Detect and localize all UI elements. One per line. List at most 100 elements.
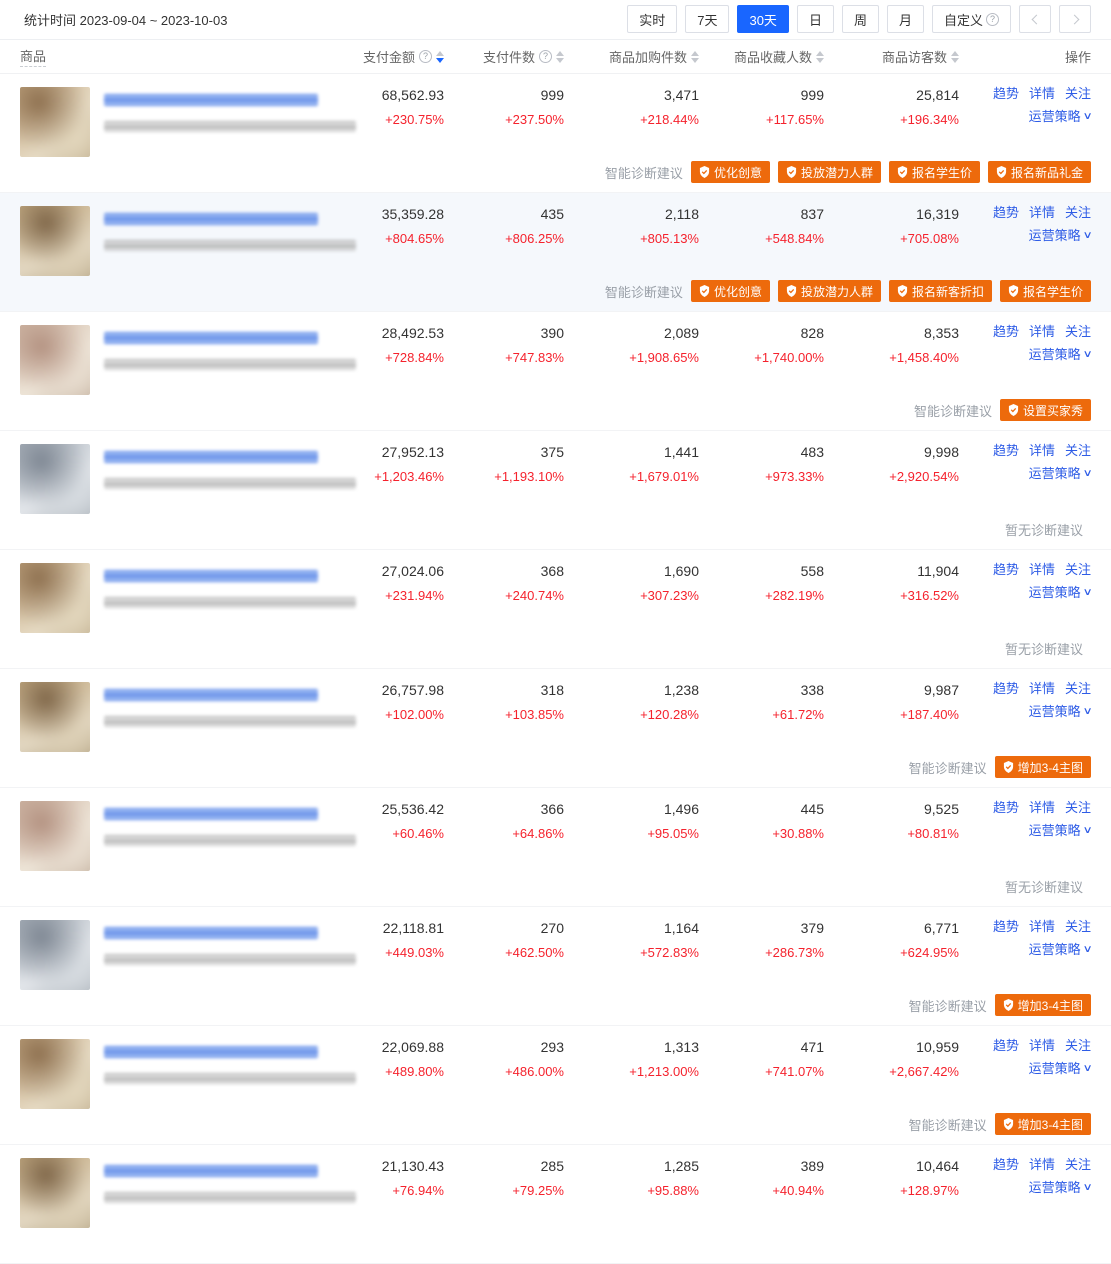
product-text	[104, 920, 356, 990]
product-thumbnail[interactable]	[20, 206, 90, 276]
strategy-dropdown[interactable]: 运营策略 ∨	[959, 1062, 1091, 1075]
pay-count-value: 366	[444, 801, 564, 817]
detail-link[interactable]: 详情	[1029, 563, 1055, 576]
suggestion-badge[interactable]: 优化创意	[691, 280, 770, 302]
next-period-button[interactable]	[1059, 5, 1091, 33]
product-thumbnail[interactable]	[20, 682, 90, 752]
strategy-dropdown[interactable]: 运营策略 ∨	[959, 824, 1091, 837]
suggestion-badge[interactable]: 报名学生价	[889, 161, 980, 183]
product-thumbnail[interactable]	[20, 87, 90, 157]
detail-link[interactable]: 详情	[1029, 444, 1055, 457]
follow-link[interactable]: 关注	[1065, 444, 1091, 457]
follow-link[interactable]: 关注	[1065, 206, 1091, 219]
strategy-dropdown[interactable]: 运营策略 ∨	[959, 586, 1091, 599]
range-button-month[interactable]: 月	[887, 5, 924, 33]
suggestion-badge[interactable]: 报名学生价	[1000, 280, 1091, 302]
follow-link[interactable]: 关注	[1065, 920, 1091, 933]
suggestion-badge[interactable]: 投放潜力人群	[778, 280, 881, 302]
follow-link[interactable]: 关注	[1065, 1039, 1091, 1052]
suggestion-badge[interactable]: 增加3-4主图	[995, 1113, 1091, 1135]
column-header-cart-count[interactable]: 商品加购件数	[564, 47, 699, 66]
favorite-count-cell: 558 +282.19%	[699, 563, 824, 603]
detail-link[interactable]: 详情	[1029, 801, 1055, 814]
range-button-realtime[interactable]: 实时	[627, 5, 677, 33]
suggestion-badge[interactable]: 报名新品礼金	[988, 161, 1091, 183]
detail-link[interactable]: 详情	[1029, 1039, 1055, 1052]
follow-link[interactable]: 关注	[1065, 1158, 1091, 1171]
product-thumbnail[interactable]	[20, 325, 90, 395]
product-thumbnail[interactable]	[20, 801, 90, 871]
product-thumbnail[interactable]	[20, 1158, 90, 1228]
product-thumbnail[interactable]	[20, 1039, 90, 1109]
follow-link[interactable]: 关注	[1065, 563, 1091, 576]
follow-link[interactable]: 关注	[1065, 682, 1091, 695]
column-header-pay-amount[interactable]: 支付金额	[344, 47, 444, 66]
strategy-dropdown[interactable]: 运营策略 ∨	[959, 348, 1091, 361]
suggestion-row: 智能诊断建议 设置买家秀	[20, 399, 1091, 421]
visitor-count-value: 9,525	[824, 801, 959, 817]
trend-link[interactable]: 趋势	[993, 682, 1019, 695]
product-thumbnail[interactable]	[20, 444, 90, 514]
range-button-custom[interactable]: 自定义	[932, 5, 1011, 33]
trend-link[interactable]: 趋势	[993, 920, 1019, 933]
suggestion-badge[interactable]: 报名新客折扣	[889, 280, 992, 302]
product-thumbnail[interactable]	[20, 920, 90, 990]
product-title-link[interactable]	[104, 927, 318, 939]
product-title-link[interactable]	[104, 570, 318, 582]
product-title-link[interactable]	[104, 808, 318, 820]
strategy-dropdown[interactable]: 运营策略 ∨	[959, 943, 1091, 956]
product-cell	[20, 920, 344, 990]
column-header-favorite-count[interactable]: 商品收藏人数	[699, 47, 824, 66]
product-title-link[interactable]	[104, 213, 318, 225]
detail-link[interactable]: 详情	[1029, 1158, 1055, 1171]
range-button-30d[interactable]: 30天	[737, 5, 788, 33]
help-icon	[419, 50, 432, 63]
detail-link[interactable]: 详情	[1029, 920, 1055, 933]
strategy-dropdown[interactable]: 运营策略 ∨	[959, 705, 1091, 718]
suggestion-badge[interactable]: 投放潜力人群	[778, 161, 881, 183]
detail-link[interactable]: 详情	[1029, 206, 1055, 219]
range-button-week[interactable]: 周	[842, 5, 879, 33]
trend-link[interactable]: 趋势	[993, 325, 1019, 338]
product-title-link[interactable]	[104, 1165, 318, 1177]
column-header-visitor-count[interactable]: 商品访客数	[824, 47, 959, 66]
range-button-day[interactable]: 日	[797, 5, 834, 33]
suggestion-badge[interactable]: 增加3-4主图	[995, 756, 1091, 778]
product-title-link[interactable]	[104, 1046, 318, 1058]
suggestion-badge[interactable]: 设置买家秀	[1000, 399, 1091, 421]
cart-count-value: 1,441	[564, 444, 699, 460]
follow-link[interactable]: 关注	[1065, 325, 1091, 338]
product-title-link[interactable]	[104, 689, 318, 701]
trend-link[interactable]: 趋势	[993, 563, 1019, 576]
follow-link[interactable]: 关注	[1065, 801, 1091, 814]
range-button-7d[interactable]: 7天	[685, 5, 729, 33]
detail-link[interactable]: 详情	[1029, 682, 1055, 695]
product-title-link[interactable]	[104, 451, 318, 463]
pay-amount-value: 68,562.93	[344, 87, 444, 103]
trend-link[interactable]: 趋势	[993, 1158, 1019, 1171]
suggestion-badge[interactable]: 增加3-4主图	[995, 994, 1091, 1016]
column-header-pay-count[interactable]: 支付件数	[444, 47, 564, 66]
product-title-link[interactable]	[104, 332, 318, 344]
strategy-dropdown[interactable]: 运营策略 ∨	[959, 229, 1091, 242]
trend-link[interactable]: 趋势	[993, 87, 1019, 100]
detail-link[interactable]: 详情	[1029, 87, 1055, 100]
product-title-link[interactable]	[104, 94, 318, 106]
pay-amount-delta: +76.94%	[344, 1183, 444, 1198]
strategy-dropdown[interactable]: 运营策略 ∨	[959, 110, 1091, 123]
chevron-down-icon: ∨	[1082, 350, 1092, 360]
product-thumbnail[interactable]	[20, 563, 90, 633]
strategy-dropdown[interactable]: 运营策略 ∨	[959, 467, 1091, 480]
trend-link[interactable]: 趋势	[993, 444, 1019, 457]
prev-period-button[interactable]	[1019, 5, 1051, 33]
range-button-label: 30天	[749, 10, 776, 29]
trend-link[interactable]: 趋势	[993, 801, 1019, 814]
trend-link[interactable]: 趋势	[993, 206, 1019, 219]
pay-count-value: 390	[444, 325, 564, 341]
suggestion-badge[interactable]: 优化创意	[691, 161, 770, 183]
strategy-link: 运营策略	[1029, 705, 1081, 718]
strategy-dropdown[interactable]: 运营策略 ∨	[959, 1181, 1091, 1194]
follow-link[interactable]: 关注	[1065, 87, 1091, 100]
detail-link[interactable]: 详情	[1029, 325, 1055, 338]
trend-link[interactable]: 趋势	[993, 1039, 1019, 1052]
